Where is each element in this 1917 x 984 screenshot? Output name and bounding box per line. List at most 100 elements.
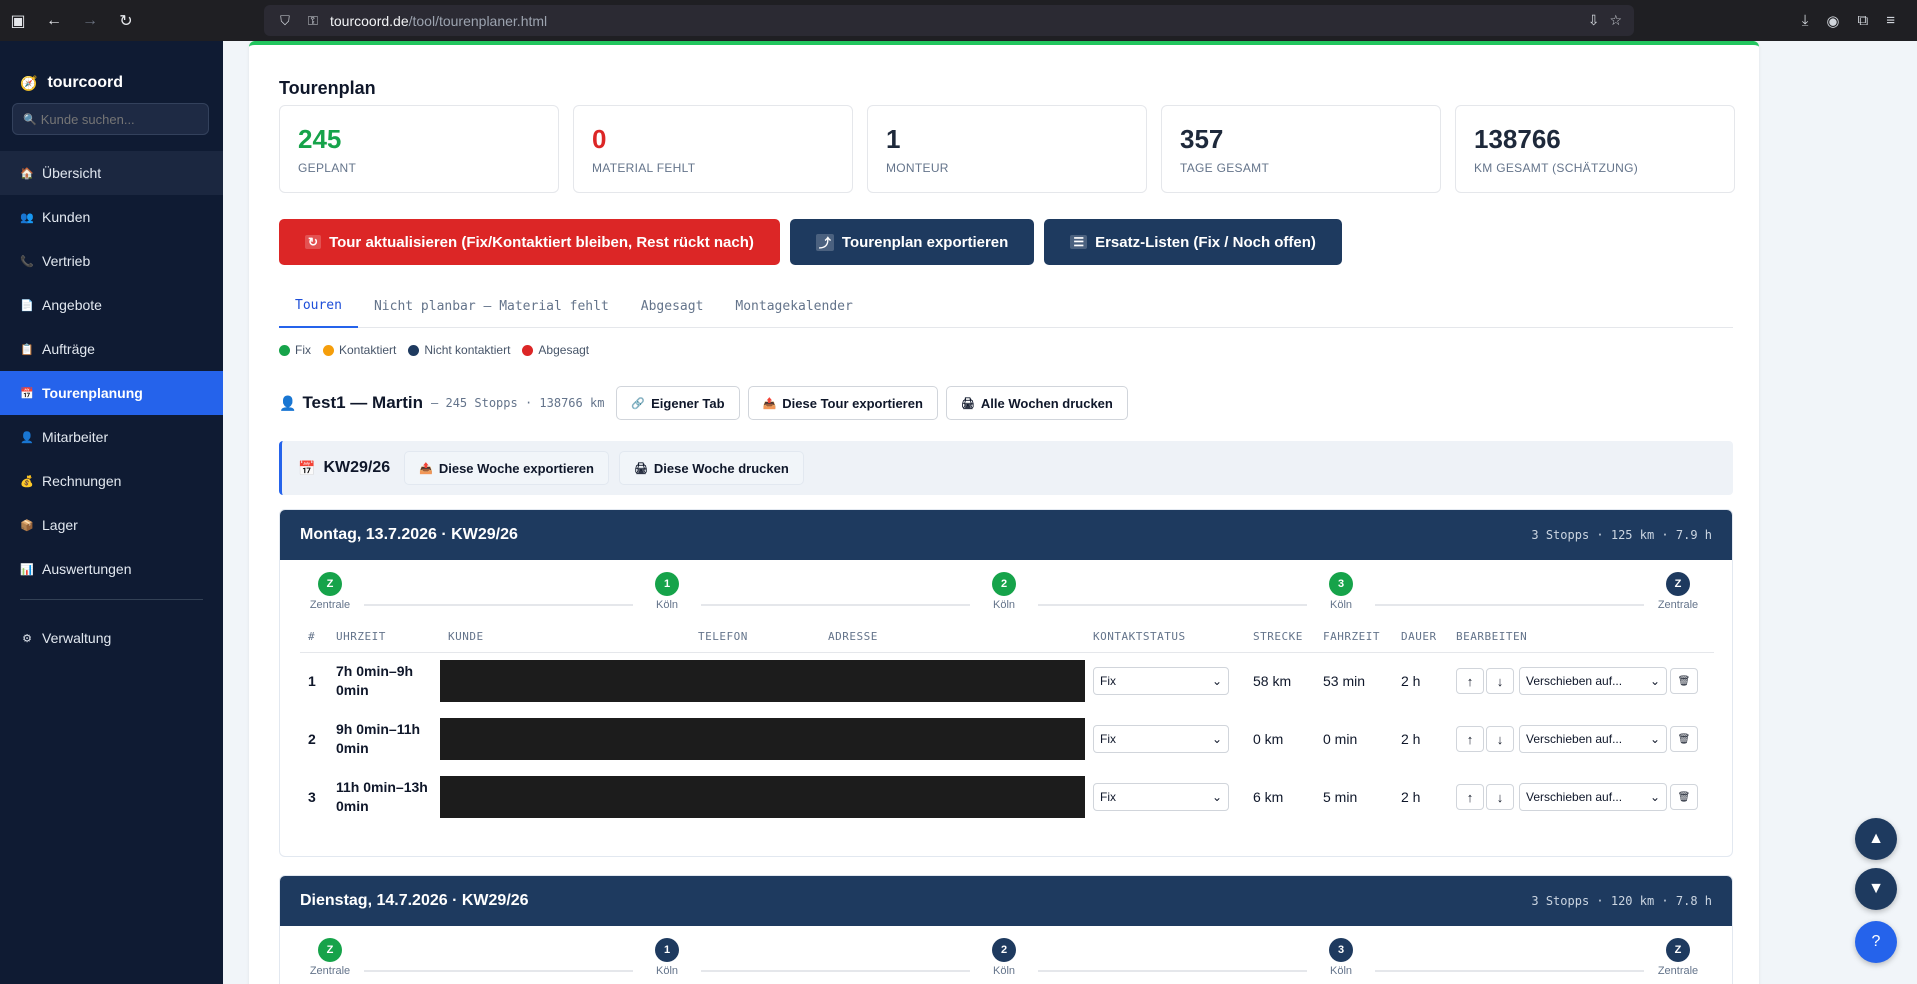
print-all-weeks-button[interactable]: 🖨 Alle Wochen drucken	[945, 386, 1128, 420]
contact-status-select[interactable]: Fix ⌄	[1093, 725, 1229, 753]
week-header: 📅 KW29/26 📤 Diese Woche exportieren 🖨 Dies…	[279, 441, 1733, 495]
sidebar-item-verwaltung[interactable]: ⚙ Verwaltung	[0, 616, 223, 660]
stat-label: MATERIAL FEHLT	[592, 161, 696, 175]
route-stop-marker: 2	[992, 572, 1016, 596]
sidebar-item-vertrieb[interactable]: 📞 Vertrieb	[0, 239, 223, 283]
scroll-down-button[interactable]: ▼	[1855, 868, 1897, 910]
ersatz-lists-button[interactable]: ☰ Ersatz-Listen (Fix / Noch offen)	[1044, 219, 1342, 265]
stat-value: 0	[592, 124, 607, 154]
export-icon: 📤	[419, 462, 433, 475]
scroll-up-button[interactable]: ▲	[1855, 818, 1897, 860]
tab-1[interactable]: Nicht planbar — Material fehlt	[358, 285, 625, 328]
install-icon[interactable]: ⇩	[1588, 12, 1600, 29]
export-tourenplan-label: Tourenplan exportieren	[841, 233, 1009, 251]
url-bar[interactable]: ⛉ ⚿ tourcoord.de/tool/tourenplaner.html …	[264, 5, 1634, 36]
tab-2[interactable]: Abgesagt	[625, 285, 720, 328]
export-tour-button[interactable]: 📤 Diese Tour exportieren	[747, 386, 938, 420]
week-title: 📅 KW29/26	[298, 459, 390, 477]
trash-icon[interactable]: 🗑	[1670, 668, 1698, 695]
route-segment	[364, 970, 633, 972]
print-week-button[interactable]: 🖨 Diese Woche drucken	[618, 451, 804, 485]
sidebar-item-lager[interactable]: 📦 Lager	[0, 503, 223, 547]
sidebar-item-label: Vertrieb	[42, 253, 91, 269]
redaction-bar	[440, 660, 1085, 703]
sidebar-item-label: Tourenplanung	[42, 385, 143, 401]
tab-0[interactable]: Touren	[279, 285, 358, 328]
url-host: tourcoord.de	[330, 12, 409, 29]
day-card: Montag, 13.7.2026 · KW29/26 3 Stopps · 12…	[279, 509, 1733, 857]
downloads-icon[interactable]: ⤓	[1802, 12, 1809, 29]
sidebar-item-rechnungen[interactable]: 💰 Rechnungen	[0, 459, 223, 503]
move-down-icon[interactable]: ↓	[1486, 784, 1514, 810]
menu-icon[interactable]: ≡	[1886, 12, 1895, 29]
own-tab-button[interactable]: 🔗 Eigener Tab	[616, 386, 740, 420]
sidebar-item-auswertungen[interactable]: 📊 Auswertungen	[0, 547, 223, 591]
tab-3[interactable]: Montagekalender	[719, 285, 868, 328]
legend-item: Kontaktiert	[323, 343, 396, 357]
worker-icon: 👤	[279, 394, 297, 411]
trash-icon[interactable]: 🗑	[1670, 784, 1698, 810]
move-to-select[interactable]: Verschieben auf... ⌄	[1519, 725, 1667, 753]
contact-status-select[interactable]: Fix ⌄	[1093, 783, 1229, 811]
tab-bar: Touren Nicht planbar — Material fehlt Abge…	[279, 285, 1733, 328]
trash-icon[interactable]: 🗑	[1670, 726, 1698, 752]
forward-icon[interactable]: →	[72, 0, 108, 41]
route-strip: Z Zentrale 1 Köln 2 Köln 3 Köln Z Zentrale	[300, 926, 1712, 984]
move-down-icon[interactable]: ↓	[1486, 668, 1514, 695]
route-stop: Z Zentrale	[1648, 572, 1708, 611]
sidebar-item-angebote[interactable]: 📄 Angebote	[0, 283, 223, 327]
column-header: TELEFON	[690, 622, 820, 653]
route-stop: Z Zentrale	[300, 938, 360, 977]
sidebar-item-aufträge[interactable]: 📋 Aufträge	[0, 327, 223, 371]
account-icon[interactable]: ◉	[1826, 12, 1839, 30]
route-stop: 3 Köln	[1311, 938, 1371, 977]
legend-label: Fix	[295, 343, 311, 357]
refresh-icon: ↻	[305, 235, 322, 249]
sidebar-item-mitarbeiter[interactable]: 👤 Mitarbeiter	[0, 415, 223, 459]
move-up-icon[interactable]: ↑	[1456, 784, 1484, 810]
export-week-button[interactable]: 📤 Diese Woche exportieren	[404, 451, 609, 485]
export-icon: ⤴	[815, 233, 834, 251]
route-stop: 1 Köln	[637, 938, 697, 977]
move-to-select[interactable]: Verschieben auf... ⌄	[1519, 783, 1667, 811]
customer-search-input[interactable]	[40, 111, 201, 127]
sidebar-item-tourenplanung[interactable]: 📅 Tourenplanung	[0, 371, 223, 415]
contact-status-value: Fix	[1100, 732, 1116, 746]
bookmark-star-icon[interactable]: ☆	[1609, 12, 1622, 29]
back-icon[interactable]: ←	[36, 0, 72, 41]
route-stop-label: Köln	[1329, 599, 1353, 611]
row-number: 2	[308, 731, 316, 747]
brand[interactable]: 🧭 tourcoord	[0, 41, 223, 103]
sidebar-menu: 🏠 Übersicht 👥 Kunden 📞 Vertrieb 📄 Angebote 📋 Auft…	[0, 151, 223, 660]
sidebar-item-kunden[interactable]: 👥 Kunden	[0, 195, 223, 239]
route-stop: 2 Köln	[974, 572, 1034, 611]
redaction-bar	[440, 718, 1085, 760]
export-week-label: Diese Woche exportieren	[438, 460, 594, 476]
own-tab-label: Eigener Tab	[651, 395, 725, 411]
clipboard-icon: 📋	[20, 343, 34, 356]
person-icon: 👤	[20, 431, 34, 444]
move-up-icon[interactable]: ↑	[1456, 668, 1484, 695]
stat-label: KM GESAMT (SCHÄTZUNG)	[1474, 161, 1639, 175]
link-icon: 🔗	[631, 397, 646, 410]
customer-search[interactable]: 🔍	[12, 103, 209, 135]
contact-status-cell: Fix ⌄	[1085, 710, 1245, 768]
extensions-icon[interactable]: ⧉	[1858, 12, 1869, 29]
update-tour-button[interactable]: ↻ Tour aktualisieren (Fix/Kontaktiert ble…	[279, 219, 780, 265]
contact-status-select[interactable]: Fix ⌄	[1093, 667, 1229, 696]
sidebar-item-übersicht[interactable]: 🏠 Übersicht	[0, 151, 223, 195]
calendar-icon: 📅	[20, 387, 34, 400]
help-button[interactable]: ?	[1855, 921, 1897, 963]
move-up-icon[interactable]: ↑	[1456, 726, 1484, 752]
move-to-placeholder: Verschieben auf...	[1526, 732, 1623, 746]
sidebar-item-label: Auswertungen	[42, 561, 132, 577]
route-segment	[701, 970, 970, 972]
reload-icon[interactable]: ↻	[108, 0, 144, 41]
export-tourenplan-button[interactable]: ⤴ Tourenplan exportieren	[789, 219, 1035, 265]
stats-row: 245 GEPLANT 0 MATERIAL FEHLT 1 MONTEUR 357 TAGE…	[279, 105, 1735, 193]
move-to-placeholder: Verschieben auf...	[1526, 674, 1623, 689]
sidebar-toggle-icon[interactable]: ▣	[0, 0, 36, 41]
move-to-select[interactable]: Verschieben auf... ⌄	[1519, 667, 1667, 696]
stat-label: TAGE GESAMT	[1180, 161, 1270, 175]
move-down-icon[interactable]: ↓	[1486, 726, 1514, 752]
